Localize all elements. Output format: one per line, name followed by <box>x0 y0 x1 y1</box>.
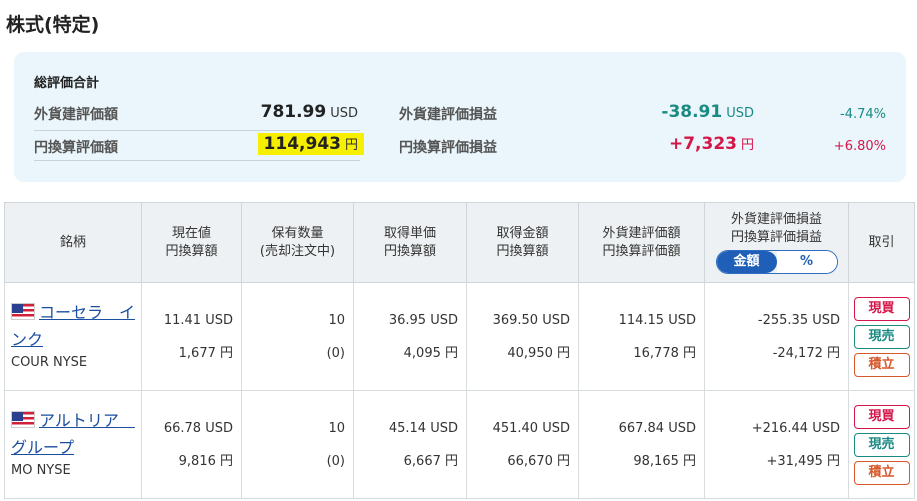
price-cell: 11.41 USD 1,677 円 <box>141 282 242 391</box>
buy-button[interactable]: 現買 <box>853 296 910 321</box>
foreign-value: 781.99 USD <box>260 102 358 122</box>
yen-pl-pct: +6.80% <box>833 139 886 154</box>
header-pl: 外貨建評価損益 円換算評価損益 金額 % <box>704 202 849 283</box>
yen-pl-label: 円換算評価損益 <box>399 140 497 156</box>
header-price: 現在値 円換算額 <box>141 202 242 283</box>
qty-cell: 10 (0) <box>241 282 354 391</box>
header-qty: 保有数量 (売却注文中) <box>241 202 354 283</box>
summary-heading: 総評価合計 <box>34 76 100 91</box>
unit-cost-cell: 36.95 USD 4,095 円 <box>353 282 467 391</box>
foreign-pl-label: 外貨建評価損益 <box>399 107 497 123</box>
foreign-pl-pct: -4.74% <box>840 107 886 122</box>
table-row: コーセラ インク COUR NYSE 11.41 USD 1,677 円 10 (0… <box>4 282 915 391</box>
page-title: 株式(特定) <box>6 14 100 36</box>
header-name: 銘柄 <box>4 202 142 283</box>
cost-cell: 451.40 USD 66,670 円 <box>466 390 579 499</box>
accumulate-button[interactable]: 積立 <box>853 352 910 377</box>
pl-cell: +216.44 USD +31,495 円 <box>704 390 849 499</box>
stock-code: COUR NYSE <box>11 355 88 370</box>
yen-value-label: 円換算評価額 <box>34 140 118 156</box>
header-cost: 取得金額 円換算額 <box>466 202 579 283</box>
price-cell: 66.78 USD 9,816 円 <box>141 390 242 499</box>
qty-cell: 10 (0) <box>241 390 354 499</box>
summary-panel: 総評価合計 外貨建評価額 781.99 USD 円換算評価額 114,943 円 外… <box>14 52 906 182</box>
accumulate-button[interactable]: 積立 <box>853 460 910 485</box>
yen-value: 114,943 円 <box>184 133 364 155</box>
value-cell: 667.84 USD 98,165 円 <box>578 390 705 499</box>
header-unit-cost: 取得単価 円換算額 <box>353 202 467 283</box>
holdings-table: 銘柄 現在値 円換算額 保有数量 (売却注文中) 取得単価 円換算額 取得金額 円換算額… <box>4 202 915 499</box>
stock-code: MO NYSE <box>11 463 71 478</box>
sell-button[interactable]: 現売 <box>853 432 910 457</box>
divider <box>34 130 360 131</box>
cost-cell: 369.50 USD 40,950 円 <box>466 282 579 391</box>
yen-value-highlight: 114,943 円 <box>257 133 364 155</box>
us-flag-icon <box>11 411 35 428</box>
trade-cell: 現買 現売 積立 <box>848 282 915 391</box>
pl-cell: -255.35 USD -24,172 円 <box>704 282 849 391</box>
toggle-amount-button[interactable]: 金額 <box>716 251 777 273</box>
pl-display-toggle: 金額 % <box>715 250 838 274</box>
table-header-row: 銘柄 現在値 円換算額 保有数量 (売却注文中) 取得単価 円換算額 取得金額 円換算額… <box>4 202 915 283</box>
us-flag-icon <box>11 303 35 320</box>
foreign-pl: -38.91 USD <box>661 102 754 122</box>
trade-cell: 現買 現売 積立 <box>848 390 915 499</box>
header-value: 外貨建評価額 円換算評価額 <box>578 202 705 283</box>
unit-cost-cell: 45.14 USD 6,667 円 <box>353 390 467 499</box>
toggle-percent-button[interactable]: % <box>776 251 837 273</box>
stock-name-cell: コーセラ インク COUR NYSE <box>4 282 142 391</box>
sell-button[interactable]: 現売 <box>853 324 910 349</box>
divider <box>34 160 360 161</box>
yen-pl: +7,323 円 <box>668 134 754 154</box>
foreign-value-label: 外貨建評価額 <box>34 107 118 123</box>
buy-button[interactable]: 現買 <box>853 404 910 429</box>
stock-name-cell: アルトリア グループ MO NYSE <box>4 390 142 499</box>
table-row: アルトリア グループ MO NYSE 66.78 USD 9,816 円 10 (0… <box>4 390 915 499</box>
value-cell: 114.15 USD 16,778 円 <box>578 282 705 391</box>
header-trade: 取引 <box>848 202 915 283</box>
